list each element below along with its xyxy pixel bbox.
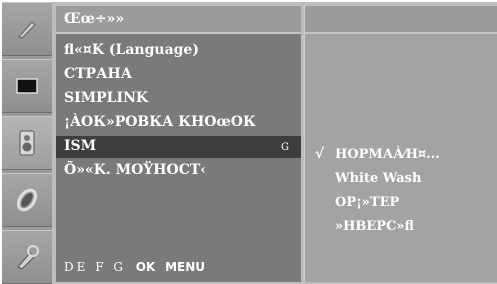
menu-item-label: ISM	[64, 138, 97, 154]
ism-submenu-panel: √ НОРМАÀ⁄Н¤... White Wash ОР¡»ТЕР »НВЕРС…	[304, 6, 497, 282]
category-icon-strip	[2, 2, 52, 284]
check-mark-icon: √	[315, 146, 325, 162]
option-menu-panel: Œœ÷»» fl«¤K (Language) СТРАНА SIMPLINK ¡…	[56, 6, 301, 282]
submenu-item-inversion[interactable]: »НВЕРС»fl	[305, 216, 497, 238]
menu-item-country[interactable]: СТРАНА	[56, 64, 301, 86]
right-arrow-key-hint: G	[281, 142, 289, 153]
submenu-item-label: White Wash	[335, 171, 422, 186]
screen-icon[interactable]	[2, 59, 52, 113]
menu-item-label: fl«¤K (Language)	[64, 42, 199, 58]
menu-item-label: СТРАНА	[64, 66, 133, 82]
menu-title: Œœ÷»»	[64, 11, 125, 27]
submenu-item-normal[interactable]: √ НОРМАÀ⁄Н¤...	[305, 144, 497, 166]
picture-icon[interactable]	[2, 2, 52, 56]
navigation-symbols: DE F G	[64, 260, 126, 274]
menu-item-language[interactable]: fl«¤K (Language)	[56, 40, 301, 62]
timer-icon[interactable]	[2, 173, 52, 227]
menu-item-label: SIMPLINK	[64, 90, 149, 106]
menu-item-key-lock[interactable]: ¡ÀОК»РОВКА КНОœОК	[56, 112, 301, 134]
menu-item-initial-settings[interactable]: Õ»«K. МОŸНОСТ‹	[56, 160, 301, 182]
submenu-header-bar	[305, 6, 497, 34]
menu-item-label: ¡ÀОК»РОВКА КНОœОК	[64, 114, 256, 130]
submenu-item-orbiter[interactable]: ОР¡»ТЕР	[305, 192, 497, 214]
menu-footer-hint: DE F G OK MENU	[64, 260, 301, 282]
submenu-item-label: ОР¡»ТЕР	[335, 195, 400, 210]
menu-item-ism[interactable]: ISM G	[56, 136, 301, 158]
menu-title-bar: Œœ÷»»	[56, 6, 301, 34]
menu-item-simplink[interactable]: SIMPLINK	[56, 88, 301, 110]
ok-button-hint: OK	[135, 260, 156, 274]
menu-button-hint: MENU	[165, 260, 206, 274]
submenu-item-label: НОРМАÀ⁄Н¤...	[335, 147, 440, 162]
speaker-icon[interactable]	[2, 116, 52, 170]
menu-item-label: Õ»«K. МОŸНОСТ‹	[64, 162, 206, 178]
submenu-item-label: »НВЕРС»fl	[335, 219, 415, 234]
setup-icon[interactable]	[2, 230, 52, 284]
submenu-item-white-wash[interactable]: White Wash	[305, 168, 497, 190]
tv-osd-screen: Œœ÷»» fl«¤K (Language) СТРАНА SIMPLINK ¡…	[2, 2, 497, 284]
